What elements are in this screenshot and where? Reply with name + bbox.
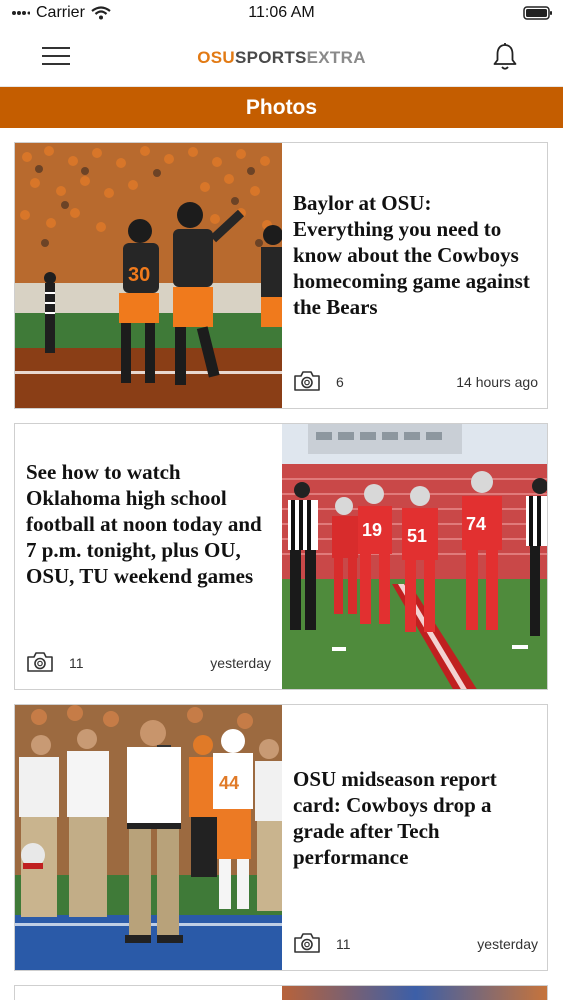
- card-meta: 6 14 hours ago: [293, 370, 538, 394]
- card-text: See how to watch Oklahoma high school fo…: [15, 424, 282, 689]
- card-text: Baylor at OSU: Everything you need to kn…: [282, 143, 547, 408]
- svg-text:74: 74: [466, 514, 486, 534]
- battery-icon: [523, 6, 553, 20]
- gallery-photo[interactable]: 44: [15, 705, 282, 970]
- camera-icon: [26, 651, 54, 673]
- card-text: OSU midseason report card: Cowboys drop …: [282, 705, 547, 970]
- camera-icon: [293, 370, 321, 392]
- nav-bar: OSUSPORTSEXTRA: [0, 28, 563, 87]
- gallery-card[interactable]: 44 OSU midseason report card: Cowboys dr…: [14, 704, 548, 971]
- card-timestamp: 14 hours ago: [456, 374, 538, 390]
- card-meta: 11 yesterday: [26, 651, 271, 675]
- card-headline[interactable]: See how to watch Oklahoma high school fo…: [26, 459, 270, 589]
- svg-text:30: 30: [128, 264, 150, 286]
- gallery-photo[interactable]: 19 51 74: [282, 424, 547, 689]
- photo-count: 6: [336, 374, 344, 390]
- card-timestamp: yesterday: [477, 936, 538, 952]
- gallery-photo[interactable]: 30: [15, 143, 282, 408]
- app-logo[interactable]: OSUSPORTSEXTRA: [0, 48, 563, 68]
- logo-sports: SPORTS: [234, 48, 307, 67]
- gallery-card[interactable]: See how to watch Oklahoma high school fo…: [14, 423, 548, 690]
- bell-icon: [493, 43, 517, 70]
- section-header: Photos: [0, 87, 563, 128]
- gallery-photo[interactable]: [282, 986, 547, 1000]
- camera-icon: [293, 932, 321, 954]
- card-timestamp: yesterday: [210, 655, 271, 671]
- gallery-card[interactable]: 30 Baylor at OSU: Everything you need to…: [14, 142, 548, 409]
- gallery-card[interactable]: [14, 985, 548, 1000]
- status-time: 11:06 AM: [248, 4, 315, 21]
- svg-text:44: 44: [219, 773, 239, 793]
- notifications-button[interactable]: [491, 42, 519, 72]
- svg-text:19: 19: [362, 520, 382, 540]
- photo-count: 11: [69, 655, 84, 671]
- card-headline[interactable]: OSU midseason report card: Cowboys drop …: [293, 766, 537, 870]
- status-bar: Carrier 11:06 AM: [0, 0, 563, 28]
- svg-text:51: 51: [407, 526, 427, 546]
- logo-extra: EXTRA: [306, 48, 366, 67]
- card-meta: 11 yesterday: [293, 932, 538, 956]
- card-headline[interactable]: Baylor at OSU: Everything you need to kn…: [293, 190, 537, 320]
- logo-osu: OSU: [197, 48, 235, 67]
- photo-count: 11: [336, 936, 351, 952]
